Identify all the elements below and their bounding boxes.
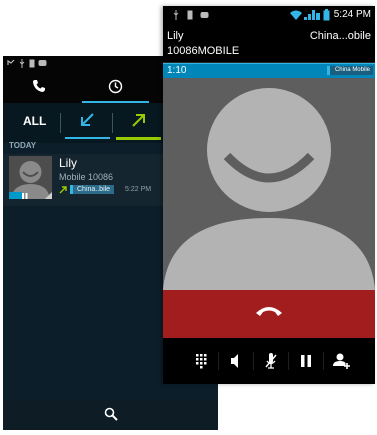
filter-incoming-indicator (65, 137, 110, 139)
bottom-action-bar (3, 400, 218, 430)
notification-icon (38, 60, 47, 66)
operator-name: China...obile (309, 30, 371, 42)
phone-icon (33, 80, 45, 92)
call-status-bar: 1:10 China Mobile (163, 63, 375, 78)
contact-number: Mobile 10086 (59, 172, 114, 182)
tab-recent[interactable] (78, 71, 153, 103)
battery-icon (323, 9, 330, 21)
section-label: TODAY (9, 141, 37, 150)
clock-icon (108, 79, 123, 94)
in-call-screen: 5:24 PM Lily 10086MOBILE China...obile 1… (163, 6, 375, 384)
contact-photo (163, 78, 375, 290)
divider (253, 352, 254, 370)
end-call-icon[interactable] (254, 304, 284, 318)
divider (218, 352, 219, 370)
status-time: 5:24 PM (333, 9, 371, 20)
sim-label: China..bile (70, 185, 115, 194)
caller-name: Lily (167, 30, 184, 42)
speaker-icon (231, 354, 238, 368)
filter-all[interactable]: ALL (23, 114, 46, 128)
hold-icon (301, 355, 311, 367)
call-timer: 1:10 (167, 65, 187, 76)
usb-icon (19, 59, 25, 68)
end-call-area (163, 290, 375, 338)
filter-selected-indicator (116, 137, 161, 140)
avatar[interactable] (9, 156, 52, 199)
outgoing-arrow-icon[interactable] (130, 111, 148, 129)
dialpad-button[interactable] (186, 338, 216, 384)
status-bar: 5:24 PM (163, 6, 375, 24)
speaker-button[interactable] (221, 338, 251, 384)
add-call-button[interactable] (326, 338, 356, 384)
wifi-icon (290, 10, 302, 20)
mute-icon (265, 353, 277, 369)
divider (288, 352, 289, 370)
missed-call-icon (7, 59, 15, 65)
hold-button[interactable] (291, 338, 321, 384)
divider (60, 113, 61, 133)
sd-card-icon (29, 59, 35, 68)
call-time: 5:22 PM (125, 186, 152, 193)
divider (323, 352, 324, 370)
dialpad-icon (196, 354, 207, 369)
outgoing-call-icon (59, 186, 67, 194)
notification-icon (200, 12, 209, 18)
mute-button[interactable] (256, 338, 286, 384)
contact-name: Lily (59, 156, 78, 170)
incoming-arrow-icon[interactable] (78, 111, 96, 129)
contact-silhouette-icon (163, 78, 375, 290)
add-call-icon (333, 353, 350, 369)
usb-icon (173, 10, 179, 20)
divider (112, 113, 113, 133)
sim-badge (9, 192, 22, 199)
caller-info: Lily 10086MOBILE China...obile (163, 24, 375, 62)
tab-phone[interactable] (3, 71, 73, 103)
search-icon[interactable] (104, 407, 118, 421)
signal-icon (304, 10, 320, 20)
sd-card-icon (187, 10, 193, 20)
corner-icon (45, 192, 52, 199)
in-call-controls (163, 338, 375, 384)
sim-label: China Mobile (326, 66, 373, 75)
pause-icon (22, 193, 28, 199)
caller-number: 10086MOBILE (167, 45, 240, 57)
